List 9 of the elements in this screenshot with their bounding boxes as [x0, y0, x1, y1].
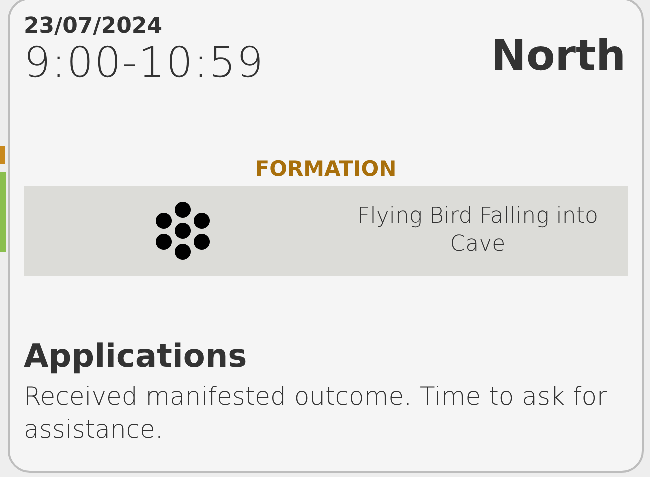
- section-title: Applications: [24, 336, 248, 376]
- location-title: North: [491, 32, 626, 80]
- date-label: 23/07/2024: [24, 14, 164, 40]
- formation-name: Flying Bird Falling into Cave: [356, 203, 600, 259]
- formation-label: FORMATION: [255, 156, 397, 182]
- time-range: 9:00-10:59: [24, 40, 265, 86]
- dot-cluster-icon: [154, 202, 212, 260]
- section-text: Received manifested outcome. Time to ask for assistance.: [24, 381, 608, 446]
- background-marker: [0, 146, 5, 164]
